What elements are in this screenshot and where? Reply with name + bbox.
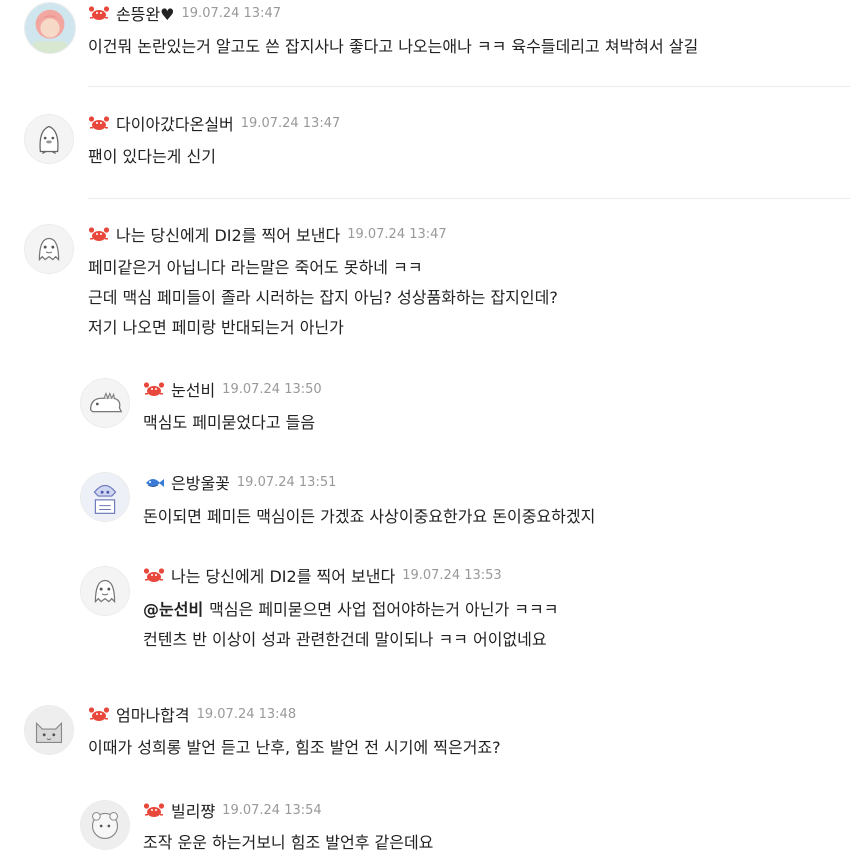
comment-thread: 손뜽완♥ 19.07.24 13:47 이건뭐 논란있는거 알고도 쓴 잡지사나… xyxy=(0,0,850,854)
crab-icon xyxy=(88,114,110,132)
ghost-avatar-icon xyxy=(25,225,73,273)
comment-line: 저기 나오면 페미랑 반대되는거 아닌가 xyxy=(88,318,344,337)
comment-date: 19.07.24 13:47 xyxy=(347,226,447,242)
comment-date: 19.07.24 13:53 xyxy=(402,567,502,583)
comment-body: 팬이 있다는게 신기 xyxy=(88,142,216,172)
crab-icon xyxy=(143,566,165,584)
comment-body: 이때가 성희롱 발언 듣고 난후, 힘조 발언 전 시기에 찍은거죠? xyxy=(88,733,501,763)
user-avatar[interactable] xyxy=(24,224,74,274)
crab-icon xyxy=(88,705,110,723)
crab-icon xyxy=(88,4,110,22)
fish-icon xyxy=(143,473,165,491)
user-avatar[interactable] xyxy=(24,2,76,54)
nickname[interactable]: 다이아갔다온실버 xyxy=(116,111,234,135)
separator xyxy=(88,86,850,87)
comment-date: 19.07.24 13:48 xyxy=(196,706,297,722)
comment-date: 19.07.24 13:47 xyxy=(181,5,282,21)
nickname[interactable]: 은방울꽃 xyxy=(171,470,230,494)
comment-date: 19.07.24 13:47 xyxy=(240,115,341,131)
comment-line: 근데 맥심 페미들이 졸라 시러하는 잡지 아님? 성상품화하는 잡지인데? xyxy=(88,288,558,307)
comment-line: 돈이되면 페미든 맥심이든 가겠죠 사상이중요한가요 돈이중요하겠지 xyxy=(143,507,596,526)
nickname[interactable]: 나는 당신에게 DI2를 찍어 보낸다 xyxy=(171,563,395,587)
cat-avatar-icon xyxy=(25,706,73,754)
comment-date: 19.07.24 13:54 xyxy=(222,802,322,818)
user-avatar[interactable] xyxy=(80,472,130,522)
comment-date: 19.07.24 13:50 xyxy=(222,381,322,397)
comment-line: 컨텐츠 반 이상이 성과 관련한건데 말이되나 ㅋㅋ 어이없네요 xyxy=(143,630,547,649)
comment-line: 맥심도 페미묻었다고 들음 xyxy=(143,413,316,432)
photo-avatar-icon xyxy=(25,3,75,53)
robot-avatar-icon xyxy=(81,473,129,521)
user-avatar[interactable] xyxy=(24,114,74,164)
comment-body: 이건뭐 논란있는거 알고도 쓴 잡지사나 좋다고 나오는애나 ㅋㅋ 육수들데리고… xyxy=(88,32,698,62)
sheep-avatar-icon xyxy=(81,801,129,849)
nickname[interactable]: 손뜽완♥ xyxy=(116,1,175,25)
dino-avatar-icon xyxy=(81,379,129,427)
nickname[interactable]: 나는 당신에게 DI2를 찍어 보낸다 xyxy=(116,222,340,246)
user-avatar[interactable] xyxy=(80,566,130,616)
ghost-avatar-icon xyxy=(81,567,129,615)
crab-icon xyxy=(143,801,165,819)
comment-line: @눈선비 맥심은 페미묻으면 사업 접어야하는거 아닌가 ㅋㅋㅋ xyxy=(143,595,558,625)
nickname[interactable]: 눈선비 xyxy=(171,377,215,401)
comment-line: 이건뭐 논란있는거 알고도 쓴 잡지사나 좋다고 나오는애나 ㅋㅋ 육수들데리고… xyxy=(88,37,699,56)
nickname[interactable]: 엄마나합격 xyxy=(116,702,190,726)
comment-body: @눈선비 맥심은 페미묻으면 사업 접어야하는거 아닌가 ㅋㅋㅋ 컨텐츠 반 이상… xyxy=(143,595,558,655)
comment-body: 페미같은거 아닙니다 라는말은 죽어도 못하네 ㅋㅋ 근데 맥심 페미들이 졸라… xyxy=(88,253,558,343)
comment-line-text: 맥심은 페미묻으면 사업 접어야하는거 아닌가 ㅋㅋㅋ xyxy=(209,600,559,619)
separator xyxy=(88,198,850,199)
comment-line: 팬이 있다는게 신기 xyxy=(88,147,216,166)
comment-body: 돈이되면 페미든 맥심이든 가겠죠 사상이중요한가요 돈이중요하겠지 xyxy=(143,502,595,532)
user-avatar[interactable] xyxy=(80,378,130,428)
comment-line: 이때가 성희롱 발언 듣고 난후, 힘조 발언 전 시기에 찍은거죠? xyxy=(88,738,501,757)
nickname[interactable]: 빌리쨩 xyxy=(171,798,215,822)
user-avatar[interactable] xyxy=(24,705,74,755)
user-avatar[interactable] xyxy=(80,800,130,850)
comment-line: 페미같은거 아닙니다 라는말은 죽어도 못하네 ㅋㅋ xyxy=(88,258,423,277)
mention-link[interactable]: @눈선비 xyxy=(143,600,203,619)
crab-icon xyxy=(88,225,110,243)
crab-icon xyxy=(143,380,165,398)
comment-body: 맥심도 페미묻었다고 들음 xyxy=(143,408,315,438)
penguin-avatar-icon xyxy=(25,115,73,163)
comment-date: 19.07.24 13:51 xyxy=(236,474,337,490)
